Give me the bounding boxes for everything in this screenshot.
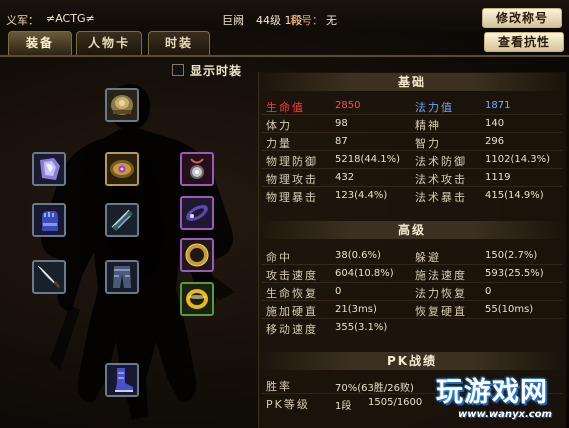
move-speed-value: 355(3.1%) bbox=[335, 322, 388, 333]
advanced-header: 高级 bbox=[258, 221, 566, 239]
bracer-icon bbox=[107, 205, 137, 235]
strength-label: 力量 bbox=[266, 137, 292, 150]
guild-name: ≠ACTG≠ bbox=[46, 12, 95, 25]
row-divider bbox=[262, 150, 562, 151]
player-name: 巨阙 bbox=[222, 14, 244, 27]
necklace-icon bbox=[182, 154, 212, 184]
ring3-slot[interactable] bbox=[180, 282, 214, 316]
greaves-icon bbox=[107, 262, 137, 292]
show-fashion-checkbox[interactable] bbox=[172, 64, 184, 76]
pk-rank-label: PK等级 bbox=[266, 398, 310, 411]
tab-equipment[interactable]: 装备 bbox=[8, 31, 72, 55]
phys-def-value: 5218(44.1%) bbox=[335, 154, 401, 165]
phys-def-label: 物理防御 bbox=[266, 155, 318, 168]
hit-label: 命中 bbox=[266, 251, 292, 264]
magic-atk-label: 法术攻击 bbox=[415, 173, 467, 186]
magic-atk-value: 1119 bbox=[485, 172, 511, 183]
guild-label: 义军： bbox=[6, 14, 39, 27]
row-divider bbox=[262, 114, 562, 115]
dodge-label: 躲避 bbox=[415, 251, 441, 264]
helmet-icon bbox=[107, 90, 137, 120]
intellect-label: 智力 bbox=[415, 137, 441, 150]
ring-icon bbox=[182, 198, 212, 228]
character-window: 义军： ≠ACTG≠ 巨阙 44级 1段 称号： 无 修改称号 查看抗性 装备 … bbox=[0, 0, 569, 428]
stamina-label: 体力 bbox=[266, 119, 292, 132]
pk-rank-points: 1505/1600 bbox=[368, 397, 423, 408]
hp-regen-value: 0 bbox=[335, 286, 342, 297]
ring2-slot[interactable] bbox=[180, 238, 214, 272]
magic-def-label: 法术防御 bbox=[415, 155, 467, 168]
basic-header: 基础 bbox=[258, 73, 566, 91]
necklace-icon bbox=[107, 154, 137, 184]
row-divider bbox=[262, 282, 562, 283]
tab-fashion[interactable]: 时装 bbox=[148, 31, 210, 55]
hit-value: 38(0.6%) bbox=[335, 250, 381, 261]
weapon-slot[interactable] bbox=[32, 260, 66, 294]
stagger-dealt-value: 21(3ms) bbox=[335, 304, 377, 315]
row-divider bbox=[262, 300, 562, 301]
row-divider bbox=[262, 264, 562, 265]
gloves-slot[interactable] bbox=[32, 203, 66, 237]
stagger-recovery-label: 恢复硬直 bbox=[415, 305, 467, 318]
pk-rank-level: 1段 bbox=[335, 401, 352, 412]
row-divider bbox=[262, 318, 562, 319]
phys-atk-label: 物理攻击 bbox=[266, 173, 318, 186]
modify-title-button[interactable]: 修改称号 bbox=[482, 8, 562, 28]
armor-icon bbox=[34, 154, 64, 184]
magic-crit-value: 415(14.9%) bbox=[485, 190, 544, 201]
ring1-slot[interactable] bbox=[180, 196, 214, 230]
ring-icon bbox=[182, 284, 212, 314]
dodge-value: 150(2.7%) bbox=[485, 250, 538, 261]
phys-crit-label: 物理暴击 bbox=[266, 191, 318, 204]
row-divider bbox=[262, 186, 562, 187]
mp-label: 法力值 bbox=[415, 101, 454, 114]
tab-divider bbox=[0, 55, 569, 57]
title-value: 无 bbox=[326, 14, 337, 27]
move-speed-label: 移动速度 bbox=[266, 323, 318, 336]
mp-regen-value: 0 bbox=[485, 286, 492, 297]
belt-slot[interactable] bbox=[105, 152, 139, 186]
ring-icon bbox=[182, 240, 212, 270]
armor-slot[interactable] bbox=[32, 152, 66, 186]
pants-slot[interactable] bbox=[105, 260, 139, 294]
win-rate-label: 胜率 bbox=[266, 380, 292, 393]
strength-value: 87 bbox=[335, 136, 348, 147]
dagger-icon bbox=[34, 262, 64, 292]
view-resistance-button[interactable]: 查看抗性 bbox=[484, 32, 564, 52]
stamina-value: 98 bbox=[335, 118, 348, 129]
show-fashion-label: 显示时装 bbox=[190, 64, 243, 78]
pk-header: PK战绩 bbox=[258, 352, 566, 370]
boots-slot[interactable] bbox=[105, 363, 139, 397]
watermark-logo: 玩游戏网 bbox=[436, 377, 548, 408]
hp-value: 2850 bbox=[335, 100, 361, 111]
glove-icon bbox=[34, 205, 64, 235]
row-divider bbox=[262, 132, 562, 133]
mp-value: 1871 bbox=[485, 100, 511, 111]
win-rate-value: 70%(63胜/26败) bbox=[335, 383, 414, 394]
hp-regen-label: 生命恢复 bbox=[266, 287, 318, 300]
watermark-url: www.wanyx.com bbox=[458, 409, 552, 420]
phys-crit-value: 123(4.4%) bbox=[335, 190, 388, 201]
tab-character-card[interactable]: 人物卡 bbox=[76, 31, 142, 55]
bracer-slot[interactable] bbox=[105, 203, 139, 237]
title-label: 称号： bbox=[290, 14, 323, 27]
helmet-slot[interactable] bbox=[105, 88, 139, 122]
cast-speed-value: 593(25.5%) bbox=[485, 268, 544, 279]
phys-atk-value: 432 bbox=[335, 172, 355, 183]
hp-label: 生命值 bbox=[266, 101, 305, 114]
boots-icon bbox=[107, 365, 137, 395]
amulet-slot[interactable] bbox=[180, 152, 214, 186]
row-divider bbox=[262, 168, 562, 169]
atk-speed-value: 604(10.8%) bbox=[335, 268, 394, 279]
intellect-value: 296 bbox=[485, 136, 505, 147]
mp-regen-label: 法力恢复 bbox=[415, 287, 467, 300]
spirit-label: 精神 bbox=[415, 119, 441, 132]
atk-speed-label: 攻击速度 bbox=[266, 269, 318, 282]
magic-crit-label: 法术暴击 bbox=[415, 191, 467, 204]
spirit-value: 140 bbox=[485, 118, 505, 129]
cast-speed-label: 施法速度 bbox=[415, 269, 467, 282]
magic-def-value: 1102(14.3%) bbox=[485, 154, 551, 165]
stagger-dealt-label: 施加硬直 bbox=[266, 305, 318, 318]
stagger-recovery-value: 55(10ms) bbox=[485, 304, 534, 315]
